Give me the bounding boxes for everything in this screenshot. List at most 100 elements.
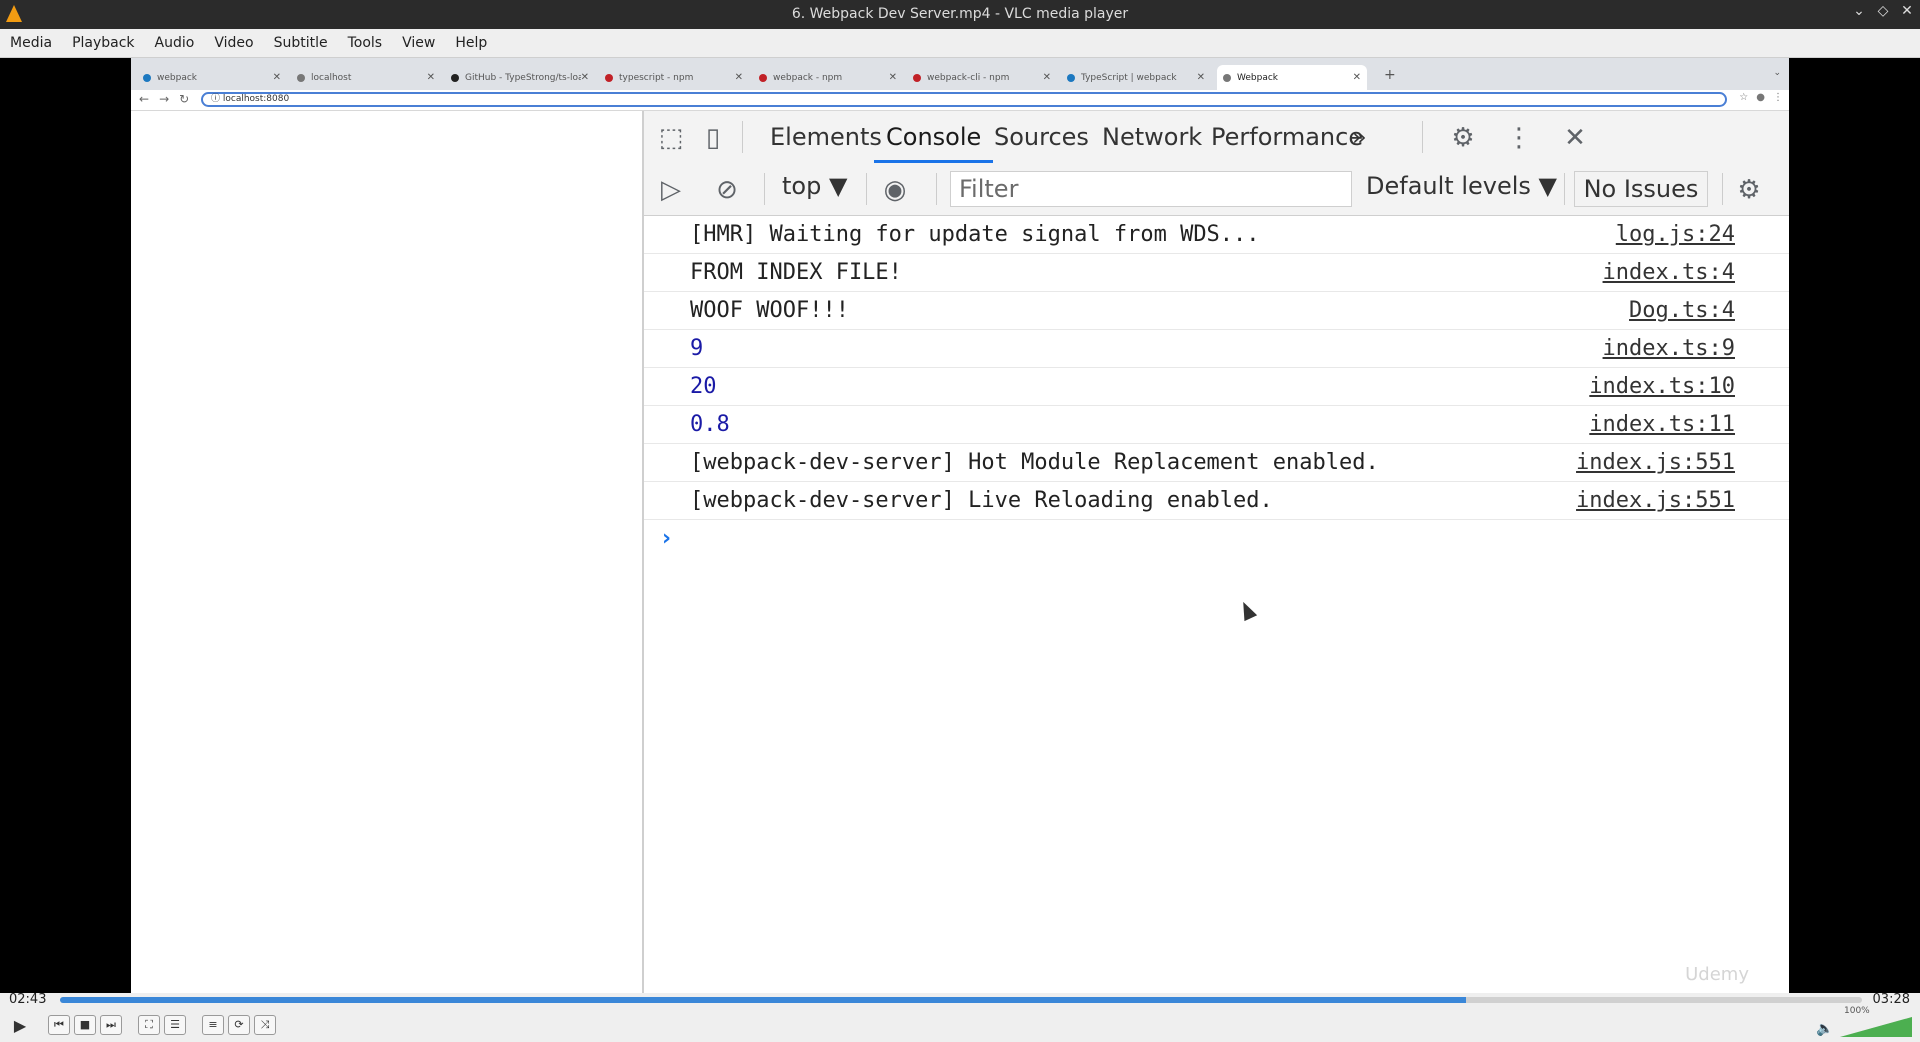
favicon-icon: [1067, 73, 1075, 82]
address-bar: ← → ↻ ⓘ localhost:8080 ☆ ● ⋮: [131, 90, 1789, 111]
console-toolbar: ▷ ⊘ top ▼ ◉ Filter Default levels ▼ No I…: [644, 163, 1789, 216]
browser-tab[interactable]: typescript - npm ✕: [599, 65, 749, 90]
inspect-element-icon[interactable]: ⬚: [656, 123, 686, 153]
tab-console[interactable]: Console: [874, 111, 994, 163]
close-devtools-icon[interactable]: ✕: [1560, 123, 1590, 153]
source-link[interactable]: index.js:551: [1576, 482, 1735, 519]
context-select[interactable]: top ▼: [782, 172, 847, 200]
browser-tab[interactable]: TypeScript | webpack ✕: [1061, 65, 1211, 90]
console-message: WOOF WOOF!!!: [690, 298, 849, 323]
back-icon[interactable]: ←: [139, 92, 149, 106]
filter-input[interactable]: Filter: [950, 171, 1352, 207]
tab-close-icon[interactable]: ✕: [735, 72, 743, 83]
url-input[interactable]: ⓘ localhost:8080: [201, 92, 1727, 107]
source-link[interactable]: index.ts:9: [1603, 330, 1735, 367]
clear-console-icon[interactable]: ⊘: [712, 175, 742, 205]
menu-media[interactable]: Media: [0, 35, 62, 51]
browser-tab-label: GitHub - TypeStrong/ts-loader: [465, 72, 581, 83]
menu-tools[interactable]: Tools: [338, 35, 393, 51]
menu-help[interactable]: Help: [445, 35, 497, 51]
source-link[interactable]: log.js:24: [1616, 216, 1735, 253]
menu-playback[interactable]: Playback: [62, 35, 144, 51]
next-icon[interactable]: ⏭: [100, 1015, 122, 1035]
browser-tab-label: localhost: [311, 72, 352, 83]
favicon-icon: [759, 73, 767, 82]
console-row: 9 index.ts:9: [644, 330, 1789, 368]
devtools-tab-bar: ⬚ ▯ Elements Console Sources Network Per…: [644, 111, 1789, 164]
extended-settings-icon[interactable]: ☰: [164, 1015, 186, 1035]
console-row: FROM INDEX FILE! index.ts:4: [644, 254, 1789, 292]
tab-close-icon[interactable]: ✕: [1197, 72, 1205, 83]
customize-menu-icon[interactable]: ⋮: [1504, 123, 1534, 153]
tab-sources[interactable]: Sources: [994, 111, 1089, 163]
video-area[interactable]: webpack ✕ localhost ✕ GitHub - TypeStron…: [0, 58, 1920, 993]
settings-gear-icon[interactable]: ⚙: [1448, 123, 1478, 153]
video-frame: webpack ✕ localhost ✕ GitHub - TypeStron…: [131, 58, 1789, 993]
tab-network[interactable]: Network: [1102, 111, 1202, 163]
more-tabs-icon[interactable]: »: [1352, 111, 1367, 163]
loop-icon[interactable]: ⟳: [228, 1015, 250, 1035]
console-settings-gear-icon[interactable]: ⚙: [1734, 175, 1764, 205]
browser-tab[interactable]: webpack ✕: [137, 65, 287, 90]
title-bar: 6. Webpack Dev Server.mp4 - VLC media pl…: [0, 0, 1920, 29]
favicon-icon: [1223, 73, 1231, 82]
reload-icon[interactable]: ↻: [179, 92, 189, 106]
previous-icon[interactable]: ⏮: [48, 1015, 70, 1035]
browser-tab[interactable]: webpack-cli - npm ✕: [907, 65, 1057, 90]
forward-icon[interactable]: →: [159, 92, 169, 106]
shuffle-icon[interactable]: ⤨: [254, 1015, 276, 1035]
console-message: 9: [690, 336, 704, 361]
tab-search-icon[interactable]: ⌄: [1773, 68, 1781, 78]
source-link[interactable]: index.js:551: [1576, 444, 1735, 481]
separator: [1422, 121, 1423, 153]
playlist-icon[interactable]: ≡: [202, 1015, 224, 1035]
new-tab-icon[interactable]: +: [1384, 67, 1396, 83]
browser-tab-label: webpack: [157, 72, 197, 83]
menu-subtitle[interactable]: Subtitle: [264, 35, 338, 51]
fullscreen-icon[interactable]: ⛶: [138, 1015, 160, 1035]
seek-bar-fill: [60, 997, 1466, 1003]
source-link[interactable]: index.ts:10: [1589, 368, 1735, 405]
volume-slider[interactable]: [1840, 1017, 1912, 1037]
volume-percent: 100%: [1844, 1006, 1870, 1016]
tab-close-icon[interactable]: ✕: [1043, 72, 1051, 83]
tab-close-icon[interactable]: ✕: [1353, 72, 1361, 83]
tab-close-icon[interactable]: ✕: [889, 72, 897, 83]
speaker-icon[interactable]: 🔈: [1816, 1021, 1833, 1037]
browser-menu-icon[interactable]: ⋮: [1773, 92, 1783, 103]
live-expression-eye-icon[interactable]: ◉: [880, 175, 910, 205]
menu-video[interactable]: Video: [204, 35, 263, 51]
browser-tab-active[interactable]: Webpack ✕: [1217, 65, 1367, 90]
stop-icon[interactable]: ■: [74, 1015, 96, 1035]
source-link[interactable]: index.ts:4: [1603, 254, 1735, 291]
mouse-cursor-icon: [1236, 598, 1258, 622]
page-content: [131, 111, 642, 993]
sidebar-toggle-icon[interactable]: ▷: [656, 175, 686, 205]
menu-audio[interactable]: Audio: [145, 35, 205, 51]
tab-close-icon[interactable]: ✕: [273, 72, 281, 83]
maximize-icon[interactable]: ◇: [1876, 3, 1890, 19]
browser-tab[interactable]: GitHub - TypeStrong/ts-loader ✕: [445, 65, 595, 90]
close-window-icon[interactable]: ✕: [1900, 3, 1914, 19]
profile-icon[interactable]: ●: [1756, 92, 1765, 103]
console-message: FROM INDEX FILE!: [690, 260, 902, 285]
tab-close-icon[interactable]: ✕: [581, 72, 589, 83]
source-link[interactable]: Dog.ts:4: [1629, 292, 1735, 329]
minimize-icon[interactable]: ⌄: [1852, 3, 1866, 19]
seek-bar[interactable]: [60, 997, 1862, 1003]
tab-close-icon[interactable]: ✕: [427, 72, 435, 83]
issues-button[interactable]: No Issues: [1574, 171, 1708, 207]
play-icon[interactable]: ▶: [8, 1015, 32, 1037]
device-toolbar-icon[interactable]: ▯: [698, 123, 728, 153]
tab-elements[interactable]: Elements: [770, 111, 882, 163]
bookmark-star-icon[interactable]: ☆: [1739, 92, 1748, 103]
log-levels-dropdown[interactable]: Default levels ▼: [1366, 172, 1557, 200]
console-prompt[interactable]: ›: [644, 520, 1789, 560]
tab-performance[interactable]: Performance: [1211, 111, 1363, 163]
separator: [742, 121, 743, 153]
browser-tab[interactable]: webpack - npm ✕: [753, 65, 903, 90]
separator: [764, 173, 765, 205]
browser-tab[interactable]: localhost ✕: [291, 65, 441, 90]
source-link[interactable]: index.ts:11: [1589, 406, 1735, 443]
menu-view[interactable]: View: [392, 35, 445, 51]
